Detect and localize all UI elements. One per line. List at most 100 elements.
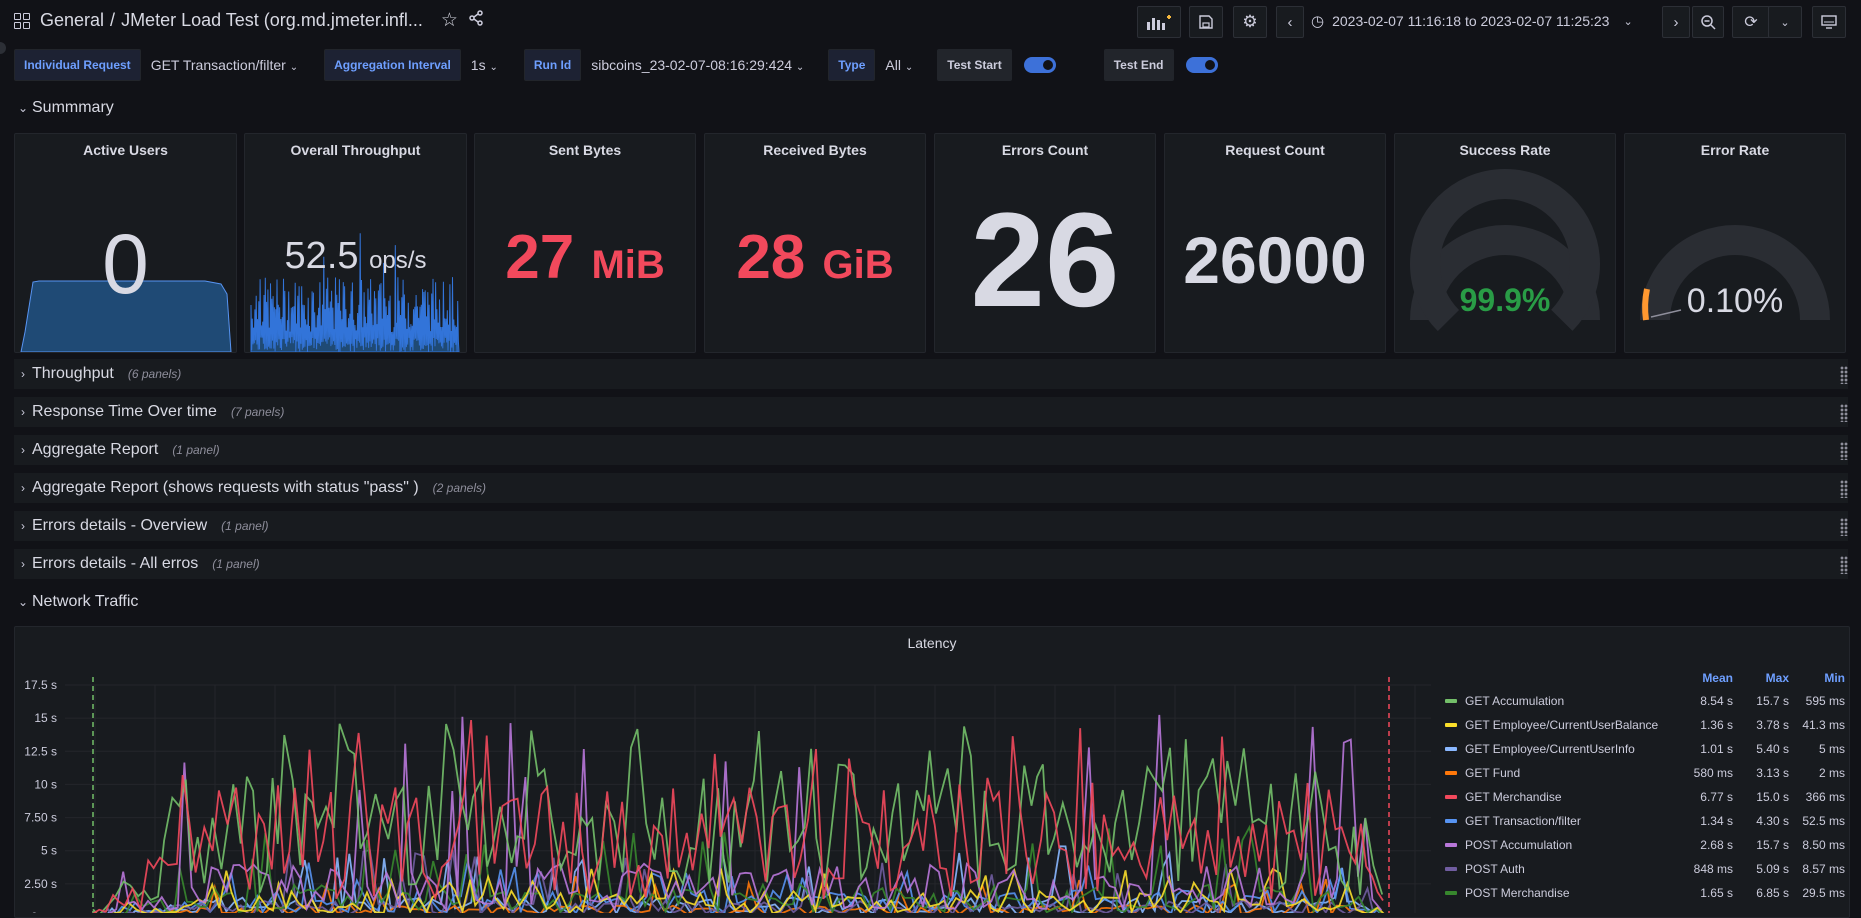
legend-min: 2 ms: [1818, 766, 1845, 780]
y-tick-label: 7.50 s: [24, 811, 57, 825]
chevron-right-icon: ›: [21, 443, 25, 457]
legend-swatch: [1445, 723, 1457, 727]
chevron-right-icon: ›: [21, 405, 25, 419]
legend-item[interactable]: GET Transaction/filter 1.34 s 4.30 s 52.5 m…: [1445, 809, 1845, 833]
add-panel-button[interactable]: [1137, 6, 1181, 38]
chevron-down-icon: ⌄: [1780, 16, 1790, 29]
legend-min: 366 ms: [1805, 790, 1845, 804]
legend-header-mean[interactable]: Mean: [1677, 671, 1733, 685]
panel-overall-throughput[interactable]: Overall Throughput 52.5 ops/s: [244, 133, 467, 353]
gear-icon: ⚙: [1242, 12, 1258, 31]
legend-mean: 1.34 s: [1700, 814, 1733, 828]
drag-handle-icon[interactable]: [1840, 556, 1848, 574]
row-summary[interactable]: ⌄ Summmary: [14, 93, 1848, 123]
time-back-button[interactable]: ‹: [1276, 6, 1304, 38]
refresh-button[interactable]: ⟳: [1732, 6, 1770, 38]
row-response-time[interactable]: › Response Time Over time (7 panels): [14, 397, 1848, 427]
var-value: sibcoins_23-02-07-08:16:29:424: [591, 57, 793, 73]
legend-header-max[interactable]: Max: [1733, 671, 1789, 685]
add-panel-icon: [1147, 15, 1171, 30]
clock-icon: ◷: [1311, 13, 1325, 30]
legend-max: 15.0 s: [1756, 790, 1789, 804]
legend-item[interactable]: GET Employee/CurrentUserBalance 1.36 s 3.7…: [1445, 713, 1845, 737]
panel-request-count[interactable]: Request Count 26000: [1164, 133, 1386, 353]
panel-received-bytes[interactable]: Received Bytes 28 GiB: [704, 133, 926, 353]
toggle-test-start[interactable]: [1023, 57, 1056, 73]
legend-series-name: POST Auth: [1465, 862, 1525, 876]
legend-max: 5.09 s: [1756, 862, 1789, 876]
legend-item[interactable]: POST Auth 848 ms 5.09 s 8.57 ms: [1445, 857, 1845, 881]
legend-min: 29.5 ms: [1802, 886, 1845, 900]
legend-max: 4.30 s: [1756, 814, 1789, 828]
row-title: Response Time Over time: [32, 403, 217, 420]
time-forward-button[interactable]: ›: [1662, 6, 1690, 38]
settings-button[interactable]: ⚙: [1233, 6, 1267, 38]
received-bytes-unit: GiB: [822, 243, 894, 287]
save-dashboard-button[interactable]: [1189, 6, 1223, 38]
legend-item[interactable]: GET Employee/CurrentUserInfo 1.01 s 5.40 s…: [1445, 737, 1845, 761]
dashboard-title[interactable]: JMeter Load Test (org.md.jmeter.infl...: [121, 10, 423, 31]
time-picker[interactable]: ◷ 2023-02-07 11:16:18 to 2023-02-07 11:2…: [1311, 6, 1633, 36]
legend-min: 41.3 ms: [1802, 718, 1845, 732]
legend-mean: 1.65 s: [1700, 886, 1733, 900]
toggle-test-end[interactable]: [1185, 57, 1218, 73]
legend-item[interactable]: POST Accumulation 2.68 s 15.7 s 8.50 ms: [1445, 833, 1845, 857]
row-aggregate-report[interactable]: › Aggregate Report (1 panel): [14, 435, 1848, 465]
row-network-traffic[interactable]: ⌄ Network Traffic: [14, 587, 1848, 617]
panel-success-rate[interactable]: Success Rate 99.9%: [1394, 133, 1616, 353]
row-title: Network Traffic: [32, 593, 139, 610]
var-select-type[interactable]: All ⌄: [875, 50, 927, 80]
row-aggregate-report-pass[interactable]: › Aggregate Report (shows requests with …: [14, 473, 1848, 503]
zoom-out-button[interactable]: [1692, 6, 1724, 38]
panel-error-rate[interactable]: Error Rate 0.10%: [1624, 133, 1846, 353]
var-label-aggregation-interval: Aggregation Interval: [324, 49, 461, 81]
drag-handle-icon[interactable]: [1840, 518, 1848, 536]
legend-swatch: [1445, 795, 1457, 799]
var-select-individual-request[interactable]: GET Transaction/filter ⌄: [141, 50, 312, 80]
legend-item[interactable]: GET Accumulation 8.54 s 15.7 s 595 ms: [1445, 689, 1845, 713]
panel-sent-bytes[interactable]: Sent Bytes 27 MiB: [474, 133, 696, 353]
panel-title: Received Bytes: [763, 142, 867, 158]
drag-handle-icon[interactable]: [1840, 442, 1848, 460]
legend-item[interactable]: POST Merchandise 1.65 s 6.85 s 29.5 ms: [1445, 881, 1845, 905]
drag-handle-icon[interactable]: [1840, 366, 1848, 384]
row-errors-all[interactable]: › Errors details - All erros (1 panel): [14, 549, 1848, 579]
legend-series-name: GET Accumulation: [1465, 694, 1565, 708]
legend-mean: 8.54 s: [1700, 694, 1733, 708]
breadcrumb-separator: /: [110, 10, 116, 30]
dashboards-grid-icon[interactable]: [14, 12, 30, 29]
legend-mean: 848 ms: [1693, 862, 1733, 876]
legend-min: 595 ms: [1805, 694, 1845, 708]
legend-max: 5.40 s: [1756, 742, 1789, 756]
var-select-aggregation-interval[interactable]: 1s ⌄: [461, 50, 512, 80]
legend-min: 8.50 ms: [1802, 838, 1845, 852]
panel-errors-count[interactable]: Errors Count 26: [934, 133, 1156, 353]
var-select-run-id[interactable]: sibcoins_23-02-07-08:16:29:424 ⌄: [581, 50, 818, 80]
row-panel-count: (6 panels): [127, 367, 182, 381]
legend-min: 8.57 ms: [1802, 862, 1845, 876]
throughput-unit: ops/s: [369, 247, 427, 274]
view-mode-button[interactable]: [1812, 6, 1846, 38]
legend-item[interactable]: GET Fund 580 ms 3.13 s 2 ms: [1445, 761, 1845, 785]
drag-handle-icon[interactable]: [1840, 404, 1848, 422]
star-icon[interactable]: ☆: [441, 9, 458, 32]
panel-latency[interactable]: Latency 17.5 s 15 s 12.5 s 10 s 7.50 s 5 s 2.5…: [14, 626, 1850, 918]
refresh-icon: ⟳: [1744, 14, 1758, 31]
refresh-interval-button[interactable]: ⌄: [1768, 6, 1802, 38]
legend-item[interactable]: GET Merchandise 6.77 s 15.0 s 366 ms: [1445, 785, 1845, 809]
panel-active-users[interactable]: Active Users 0: [14, 133, 237, 353]
breadcrumb-folder[interactable]: General: [40, 10, 104, 31]
row-throughput[interactable]: › Throughput (6 panels): [14, 359, 1848, 389]
row-errors-overview[interactable]: › Errors details - Overview (1 panel): [14, 511, 1848, 541]
toggle-label-test-end: Test End: [1103, 49, 1174, 81]
variables-bar: Individual Request GET Transaction/filte…: [14, 49, 1242, 81]
legend-max: 15.7 s: [1756, 838, 1789, 852]
legend-series-name: GET Employee/CurrentUserInfo: [1465, 742, 1635, 756]
latency-chart[interactable]: 17.5 s 15 s 12.5 s 10 s 7.50 s 5 s 2.50 s 0 ms: [15, 663, 1435, 913]
drag-handle-icon[interactable]: [1840, 480, 1848, 498]
panel-title: Errors Count: [1001, 142, 1089, 158]
legend-max: 6.85 s: [1756, 886, 1789, 900]
share-icon[interactable]: [468, 10, 484, 31]
legend-header-min[interactable]: Min: [1789, 671, 1845, 685]
breadcrumb: General / JMeter Load Test (org.md.jmete…: [14, 9, 484, 32]
